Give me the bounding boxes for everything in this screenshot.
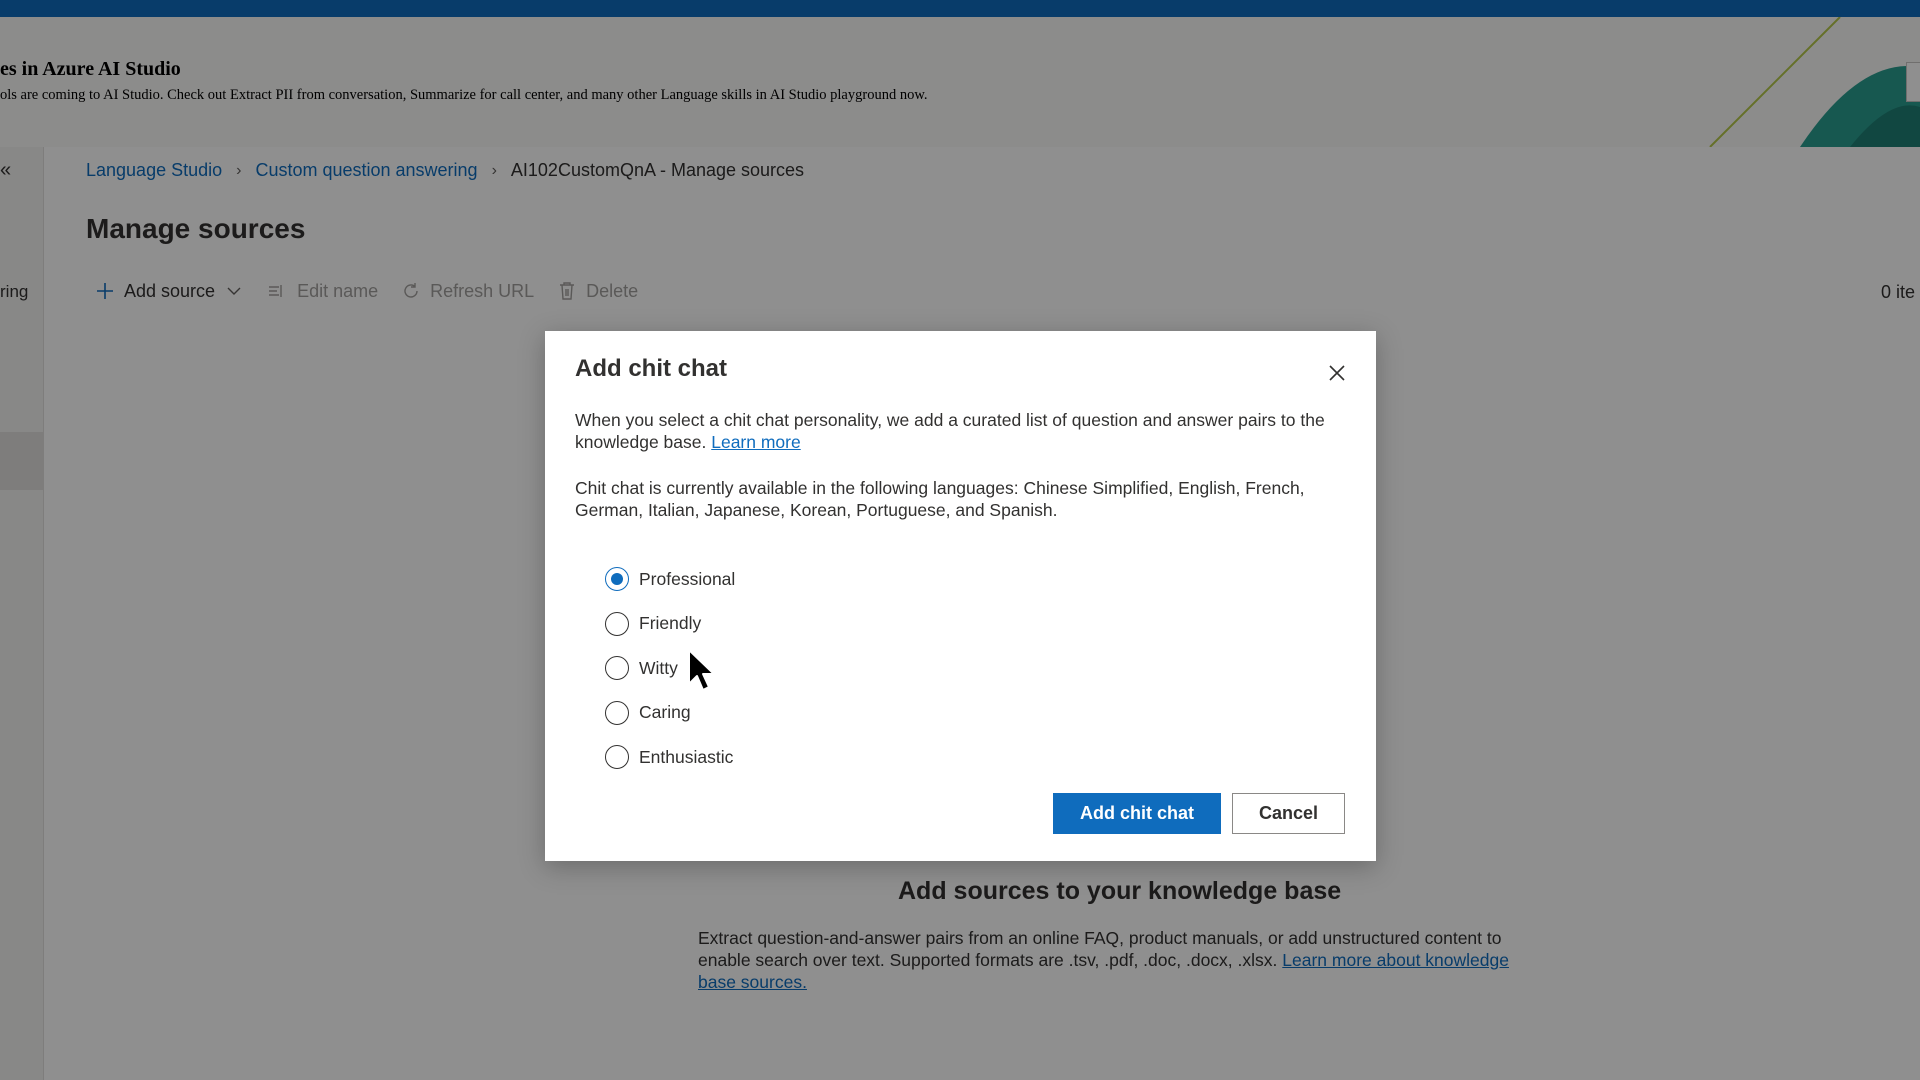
radio-label: Enthusiastic xyxy=(639,746,734,767)
radio-label: Friendly xyxy=(639,613,702,634)
dialog-description: When you select a chit chat personality,… xyxy=(575,409,1355,453)
radio-button[interactable] xyxy=(605,656,629,681)
dialog-title: Add chit chat xyxy=(575,355,728,382)
radio-dot xyxy=(611,573,623,586)
learn-more-link[interactable]: Learn more xyxy=(711,432,801,452)
radio-button[interactable] xyxy=(605,745,629,770)
add-chit-chat-dialog: Add chit chat When you select a chit cha… xyxy=(545,331,1376,861)
mouse-cursor-icon xyxy=(688,649,715,691)
radio-button[interactable] xyxy=(605,611,629,636)
dialog-description-text: When you select a chit chat personality,… xyxy=(575,410,1325,452)
dialog-languages-note: Chit chat is currently available in the … xyxy=(575,478,1305,520)
cancel-button[interactable]: Cancel xyxy=(1232,793,1345,834)
radio-label: Witty xyxy=(639,657,678,678)
radio-professional[interactable]: Professional xyxy=(605,557,735,602)
radio-button-checked[interactable] xyxy=(605,567,629,592)
radio-enthusiastic[interactable]: Enthusiastic xyxy=(605,735,735,780)
radio-label: Professional xyxy=(639,568,736,589)
radio-friendly[interactable]: Friendly xyxy=(605,602,735,647)
radio-button[interactable] xyxy=(605,700,629,725)
radio-label: Caring xyxy=(639,702,691,723)
close-icon[interactable] xyxy=(1325,361,1349,385)
add-chit-chat-button[interactable]: Add chit chat xyxy=(1053,793,1221,834)
radio-caring[interactable]: Caring xyxy=(605,691,735,736)
